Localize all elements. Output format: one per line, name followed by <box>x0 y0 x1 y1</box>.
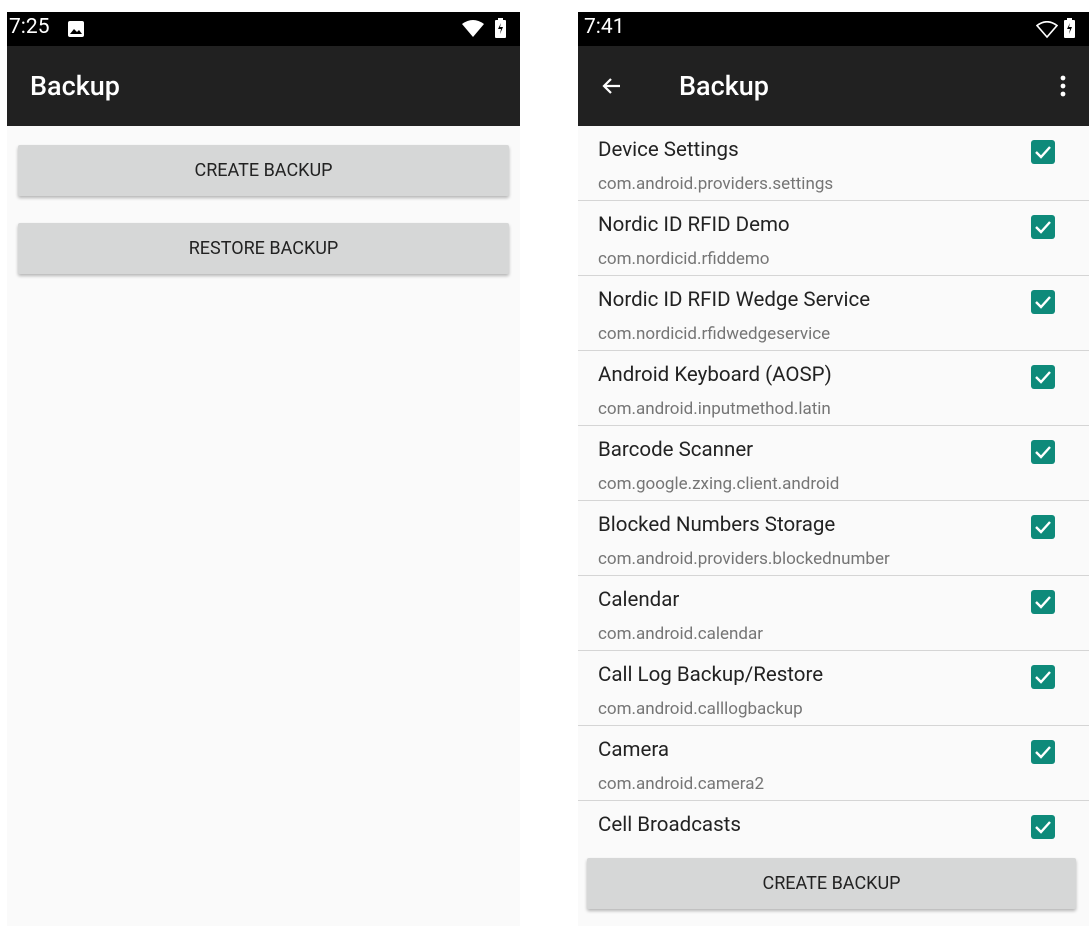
list-item[interactable]: Device Settings com.android.providers.set… <box>578 126 1089 201</box>
app-package: com.android.calllogbackup <box>598 699 803 719</box>
app-name: Nordic ID RFID Wedge Service <box>598 288 871 312</box>
list-item[interactable]: Calendar com.android.calendar <box>578 576 1089 651</box>
app-bar: Backup <box>578 46 1089 126</box>
back-arrow-icon[interactable] <box>600 74 624 102</box>
app-checkbox[interactable] <box>1031 665 1055 689</box>
list-item[interactable]: Nordic ID RFID Demo com.nordicid.rfiddemo <box>578 201 1089 276</box>
page-title: Backup <box>30 70 120 102</box>
page-title: Backup <box>679 70 769 102</box>
app-name: Android Keyboard (AOSP) <box>598 363 832 387</box>
app-checkbox[interactable] <box>1031 440 1055 464</box>
battery-icon <box>1064 18 1075 42</box>
app-package: com.android.camera2 <box>598 774 764 794</box>
app-checkbox[interactable] <box>1031 290 1055 314</box>
list-item[interactable]: Blocked Numbers Storage com.android.provi… <box>578 501 1089 576</box>
status-time: 7:41 <box>584 15 625 39</box>
wifi-icon <box>462 20 484 42</box>
app-name: Cell Broadcasts <box>598 813 741 837</box>
app-checkbox[interactable] <box>1031 815 1055 839</box>
left-screen: 7:25 Backup CREATE BACKUP RESTORE BACKUP <box>7 12 520 926</box>
status-bar: 7:41 <box>578 12 1089 46</box>
list-item[interactable]: Call Log Backup/Restore com.android.calll… <box>578 651 1089 726</box>
app-package: com.android.providers.blockednumber <box>598 549 890 569</box>
create-backup-button[interactable]: CREATE BACKUP <box>587 858 1076 909</box>
app-checkbox[interactable] <box>1031 515 1055 539</box>
list-item[interactable]: Nordic ID RFID Wedge Service com.nordicid… <box>578 276 1089 351</box>
check-icon <box>1035 596 1051 609</box>
check-icon <box>1035 821 1051 834</box>
app-name: Device Settings <box>598 138 739 162</box>
overflow-menu-icon[interactable] <box>1059 74 1067 102</box>
right-screen: 7:41 Backup Device Settings com.android.p… <box>578 12 1089 926</box>
check-icon <box>1035 371 1051 384</box>
status-time: 7:25 <box>9 15 50 39</box>
check-icon <box>1035 671 1051 684</box>
check-icon <box>1035 521 1051 534</box>
check-icon <box>1035 146 1051 159</box>
check-icon <box>1035 221 1051 234</box>
image-icon <box>67 20 85 42</box>
app-checkbox[interactable] <box>1031 215 1055 239</box>
app-package: com.android.calendar <box>598 624 763 644</box>
app-name: Blocked Numbers Storage <box>598 513 836 537</box>
restore-backup-button[interactable]: RESTORE BACKUP <box>18 223 509 274</box>
app-package: com.google.zxing.client.android <box>598 474 840 494</box>
app-name: Camera <box>598 738 670 762</box>
app-checkbox[interactable] <box>1031 365 1055 389</box>
app-name: Nordic ID RFID Demo <box>598 213 790 237</box>
app-bar: Backup <box>7 46 520 126</box>
app-package: com.nordicid.rfidwedgeservice <box>598 324 831 344</box>
app-checkbox[interactable] <box>1031 740 1055 764</box>
app-package: com.nordicid.rfiddemo <box>598 249 770 269</box>
app-name: Calendar <box>598 588 680 612</box>
app-checkbox[interactable] <box>1031 140 1055 164</box>
app-list: Device Settings com.android.providers.set… <box>578 126 1089 875</box>
check-icon <box>1035 746 1051 759</box>
app-name: Barcode Scanner <box>598 438 754 462</box>
app-package: com.android.providers.settings <box>598 174 834 194</box>
battery-icon <box>495 18 506 42</box>
list-item[interactable]: Camera com.android.camera2 <box>578 726 1089 801</box>
wifi-icon <box>1035 20 1059 43</box>
app-package: com.android.inputmethod.latin <box>598 399 831 419</box>
list-item[interactable]: Barcode Scanner com.google.zxing.client.a… <box>578 426 1089 501</box>
app-name: Call Log Backup/Restore <box>598 663 824 687</box>
check-icon <box>1035 446 1051 459</box>
status-bar: 7:25 <box>7 12 520 46</box>
app-checkbox[interactable] <box>1031 590 1055 614</box>
list-item[interactable]: Android Keyboard (AOSP) com.android.input… <box>578 351 1089 426</box>
create-backup-button[interactable]: CREATE BACKUP <box>18 145 509 196</box>
check-icon <box>1035 296 1051 309</box>
